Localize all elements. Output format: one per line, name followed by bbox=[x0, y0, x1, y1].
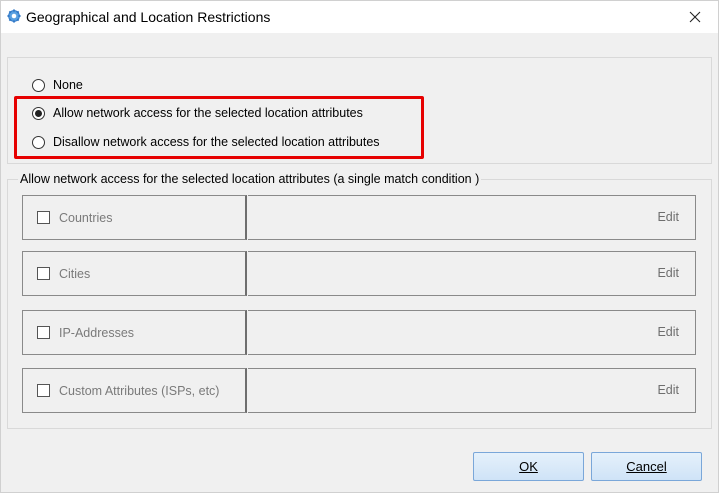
radio-label: None bbox=[53, 78, 83, 92]
window-title: Geographical and Location Restrictions bbox=[26, 9, 271, 25]
edit-countries-link[interactable]: Edit bbox=[657, 210, 679, 224]
cities-checkbox[interactable] bbox=[37, 267, 50, 280]
close-icon bbox=[689, 11, 701, 23]
attribute-cell: Countries bbox=[22, 195, 247, 240]
radio-button[interactable] bbox=[32, 106, 45, 120]
gear-icon bbox=[7, 9, 21, 23]
close-button[interactable] bbox=[672, 1, 718, 33]
attribute-label: Custom Attributes (ISPs, etc) bbox=[59, 383, 220, 398]
radio-button[interactable] bbox=[32, 135, 45, 149]
attribute-row-countries: Countries Edit bbox=[22, 195, 696, 240]
attribute-row-custom: Custom Attributes (ISPs, etc) Edit bbox=[22, 368, 696, 413]
attribute-label: Cities bbox=[59, 266, 91, 281]
title-bar: Geographical and Location Restrictions bbox=[1, 1, 718, 33]
attribute-row-cities: Cities Edit bbox=[22, 251, 696, 296]
attribute-label: IP-Addresses bbox=[59, 325, 135, 340]
radio-allow[interactable]: Allow network access for the selected lo… bbox=[32, 104, 363, 122]
radio-label: Allow network access for the selected lo… bbox=[53, 106, 363, 120]
countries-checkbox[interactable] bbox=[37, 211, 50, 224]
attribute-cell: Custom Attributes (ISPs, etc) bbox=[22, 368, 247, 413]
attribute-row-ip-addresses: IP-Addresses Edit bbox=[22, 310, 696, 355]
attributes-group-legend: Allow network access for the selected lo… bbox=[18, 172, 482, 187]
cancel-button-label: Cancel bbox=[626, 459, 667, 474]
attribute-value-cell: Edit bbox=[248, 368, 696, 413]
attribute-cell: IP-Addresses bbox=[22, 310, 247, 355]
attribute-cell: Cities bbox=[22, 251, 247, 296]
radio-disallow[interactable]: Disallow network access for the selected… bbox=[32, 133, 380, 151]
attribute-value-cell: Edit bbox=[248, 310, 696, 355]
ok-button-label: OK bbox=[519, 459, 538, 474]
ok-button[interactable]: OK bbox=[473, 452, 584, 481]
dialog-window: Geographical and Location Restrictions N… bbox=[0, 0, 719, 493]
radio-label: Disallow network access for the selected… bbox=[53, 135, 380, 149]
attribute-label: Countries bbox=[59, 210, 113, 225]
attribute-value-cell: Edit bbox=[248, 251, 696, 296]
radio-none[interactable]: None bbox=[32, 76, 83, 94]
cancel-button[interactable]: Cancel bbox=[591, 452, 702, 481]
edit-custom-attributes-link[interactable]: Edit bbox=[657, 383, 679, 397]
radio-button[interactable] bbox=[32, 78, 45, 92]
attribute-value-cell: Edit bbox=[248, 195, 696, 240]
edit-cities-link[interactable]: Edit bbox=[657, 266, 679, 280]
custom-attributes-checkbox[interactable] bbox=[37, 384, 50, 397]
ip-addresses-checkbox[interactable] bbox=[37, 326, 50, 339]
edit-ip-addresses-link[interactable]: Edit bbox=[657, 325, 679, 339]
